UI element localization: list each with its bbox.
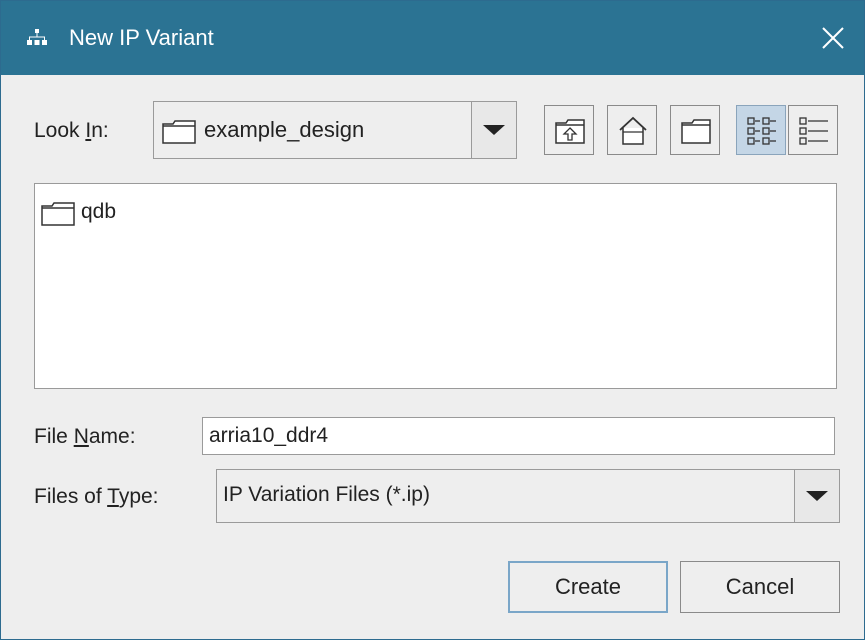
- details-view-button[interactable]: [788, 105, 838, 155]
- file-list-item-label: qdb: [81, 200, 117, 223]
- look-in-dropdown-button[interactable]: [472, 102, 516, 158]
- files-of-type-label: Files of Type:: [34, 485, 159, 508]
- new-ip-variant-dialog: New IP Variant Look In: example_design q…: [0, 0, 865, 640]
- files-of-type-combo[interactable]: IP Variation Files (*.ip): [216, 469, 840, 523]
- chevron-down-icon: [483, 125, 505, 135]
- title-bar[interactable]: New IP Variant: [1, 1, 864, 75]
- file-list[interactable]: qdb: [34, 183, 837, 389]
- app-network-icon: [27, 29, 47, 45]
- create-button[interactable]: Create: [508, 561, 668, 613]
- folder-icon: [41, 202, 75, 226]
- look-in-label: Look In:: [34, 119, 109, 142]
- details-view-icon: [799, 117, 828, 145]
- home-button[interactable]: [607, 105, 657, 155]
- up-folder-icon: [555, 119, 585, 144]
- home-icon: [619, 116, 647, 145]
- dialog-title: New IP Variant: [69, 25, 214, 50]
- look-in-combo[interactable]: example_design: [153, 101, 517, 159]
- look-in-value: example_design: [204, 117, 365, 142]
- new-folder-icon: [681, 119, 711, 144]
- up-one-level-button[interactable]: [544, 105, 594, 155]
- folder-icon: [162, 120, 196, 144]
- close-button[interactable]: [802, 1, 864, 75]
- new-folder-button[interactable]: [670, 105, 720, 155]
- file-name-input[interactable]: [202, 417, 835, 455]
- list-view-button[interactable]: [736, 105, 786, 155]
- cancel-button[interactable]: Cancel: [680, 561, 840, 613]
- list-view-icon: [747, 117, 776, 145]
- files-of-type-dropdown-button[interactable]: [795, 470, 839, 522]
- chevron-down-icon: [806, 491, 828, 501]
- files-of-type-value: IP Variation Files (*.ip): [223, 483, 430, 506]
- file-name-label: File Name:: [34, 425, 136, 448]
- close-icon: [822, 27, 844, 49]
